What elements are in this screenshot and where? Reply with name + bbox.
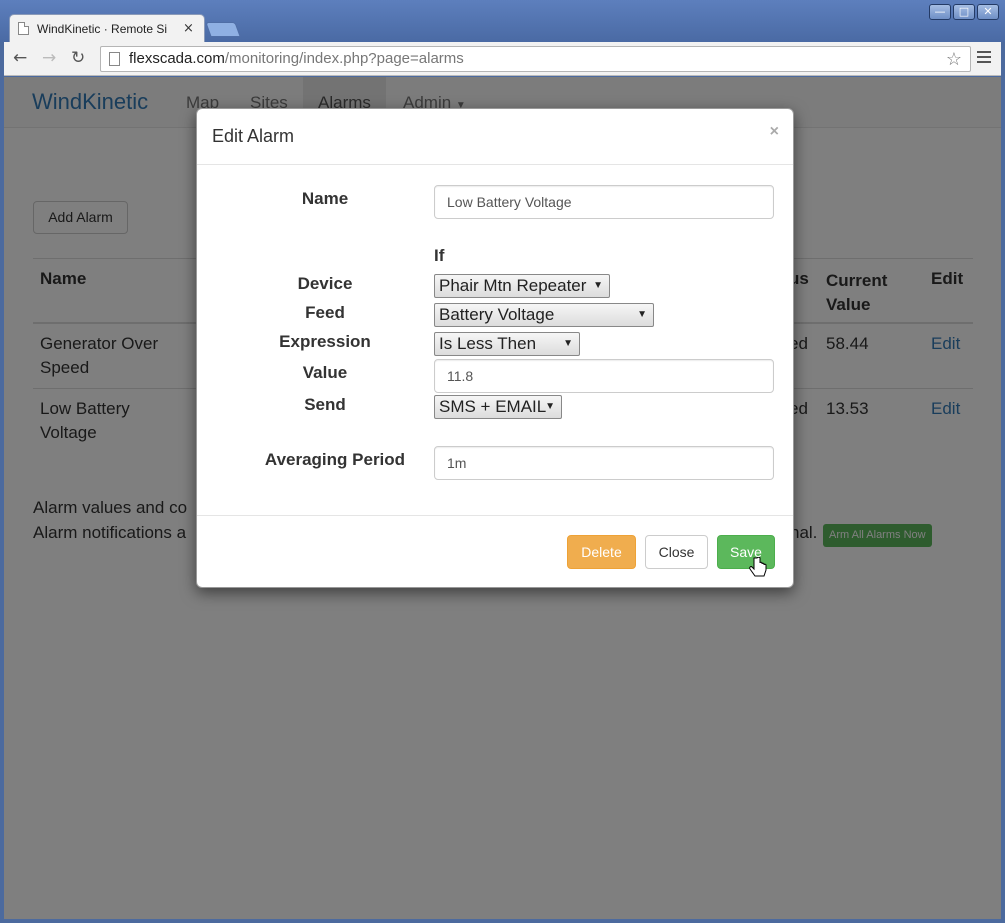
close-window-button[interactable]: ✕ <box>977 4 999 20</box>
header-divider <box>197 164 793 165</box>
tab-close-icon[interactable]: × <box>183 21 194 36</box>
dropdown-arrow-icon: ▼ <box>545 401 555 412</box>
feed-selected: Battery Voltage <box>439 305 555 324</box>
device-select[interactable]: Phair Mtn Repeater ▼ <box>434 274 610 298</box>
close-button[interactable]: Close <box>645 535 708 569</box>
dialog-title: Edit Alarm <box>212 126 295 146</box>
footer-divider <box>197 515 793 516</box>
bookmark-star-icon[interactable]: ☆ <box>946 47 962 71</box>
device-selected: Phair Mtn Repeater <box>439 276 587 295</box>
expression-select[interactable]: Is Less Then ▼ <box>434 332 580 356</box>
dropdown-arrow-icon: ▼ <box>593 280 603 291</box>
title-bar: WindKinetic · Remote Si × — □ ✕ <box>0 0 1005 42</box>
feed-select[interactable]: Battery Voltage ▼ <box>434 303 654 327</box>
send-selected: SMS + EMAIL <box>439 397 547 416</box>
averaging-period-field[interactable]: 1m <box>434 446 774 480</box>
value-label: Value <box>302 363 348 382</box>
name-label: Name <box>301 189 349 208</box>
averaging-period-label: Averaging Period <box>264 450 406 469</box>
menu-icon[interactable] <box>977 51 991 66</box>
reload-icon[interactable]: ↻ <box>71 48 85 68</box>
edit-alarm-dialog: Edit Alarm × Name Low Battery Voltage If… <box>196 108 794 588</box>
url-host: flexscada.com <box>129 50 225 67</box>
dialog-close-icon[interactable]: × <box>770 123 779 141</box>
expression-selected: Is Less Then <box>439 334 537 353</box>
page-icon <box>109 52 120 66</box>
device-label: Device <box>297 274 353 293</box>
browser-toolbar: ← → ↻ flexscada.com/monitoring/index.php… <box>4 42 1001 76</box>
send-select[interactable]: SMS + EMAIL ▼ <box>434 395 562 419</box>
minimize-button[interactable]: — <box>929 4 951 20</box>
maximize-button[interactable]: □ <box>953 4 975 20</box>
if-label: If <box>434 246 445 265</box>
address-bar[interactable]: flexscada.com/monitoring/index.php?page=… <box>100 46 971 72</box>
expression-label: Expression <box>279 332 371 351</box>
hand-cursor-icon <box>749 557 767 577</box>
window-controls: — □ ✕ <box>929 4 999 20</box>
url-path: /monitoring/index.php?page=alarms <box>224 50 464 67</box>
browser-tab[interactable]: WindKinetic · Remote Si × <box>9 14 205 42</box>
name-field[interactable]: Low Battery Voltage <box>434 185 774 219</box>
new-tab-button[interactable] <box>205 22 241 37</box>
send-label: Send <box>304 395 346 414</box>
page-icon <box>18 22 29 35</box>
forward-icon[interactable]: → <box>42 48 56 68</box>
value-field[interactable]: 11.8 <box>434 359 774 393</box>
dropdown-arrow-icon: ▼ <box>563 338 573 349</box>
back-icon[interactable]: ← <box>13 48 27 68</box>
dropdown-arrow-icon: ▼ <box>637 309 647 320</box>
feed-label: Feed <box>305 303 345 322</box>
tab-title: WindKinetic · Remote Si <box>37 21 168 36</box>
delete-button[interactable]: Delete <box>567 535 636 569</box>
